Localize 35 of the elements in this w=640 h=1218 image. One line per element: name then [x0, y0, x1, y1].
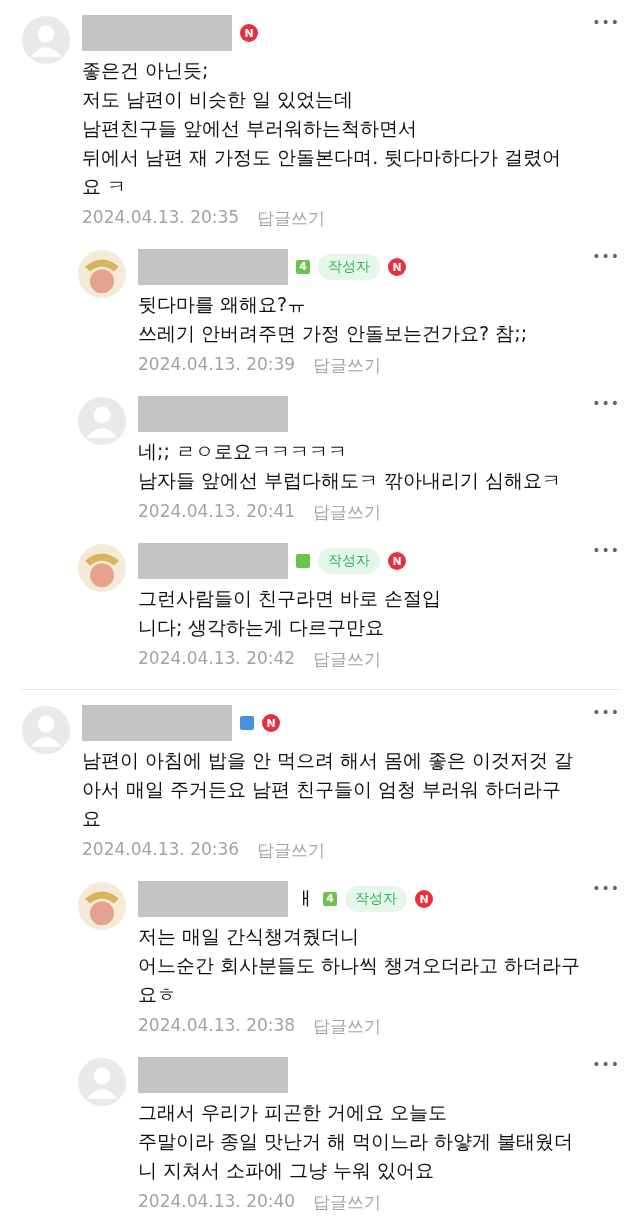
comment-date: 2024.04.13. 20:35 [82, 207, 240, 229]
comment-text: 그런사람들이 친구라면 바로 손절입 니다; 생각하는게 다르구만요 [138, 586, 443, 640]
author-badge: 작성자 [318, 254, 380, 280]
more-button[interactable]: ••• [592, 704, 620, 720]
level-badge: 4 [296, 260, 310, 274]
comment-text: 저는 매일 간식챙겨줬더니 어느순간 회사분들도 하나씩 챙겨오더라고 하더라구 요ㅎ [138, 924, 582, 1007]
author-badge: 작성자 [318, 548, 380, 574]
new-badge: N [388, 552, 406, 570]
name-fragment: ㅐ [296, 886, 315, 911]
avatar-icon [78, 250, 126, 298]
more-button[interactable]: ••• [592, 880, 620, 896]
comment-date: 2024.04.13. 20:36 [82, 839, 240, 861]
new-badge: N [415, 890, 433, 908]
more-button[interactable]: ••• [592, 542, 620, 558]
comment-date: 2024.04.13. 20:39 [138, 354, 296, 376]
new-badge: N [262, 714, 280, 732]
more-button[interactable]: ••• [592, 14, 620, 30]
comment-text: 그래서 우리가 피곤한 거에요 오늘도 주말이라 종일 맛난거 해 먹이느라 하얗게 불태웠더 니 지쳐서 소파에 그냥 누워 있어요 [138, 1100, 575, 1183]
avatar-icon [78, 544, 126, 592]
comment-date: 2024.04.13. 20:41 [138, 501, 296, 523]
author-badge: 작성자 [345, 886, 407, 912]
more-button[interactable]: ••• [592, 395, 620, 411]
comment-text: 남편이 아침에 밥을 안 먹으려 해서 몸에 좋은 이것저것 갈 아서 매일 주거든요 남편 친구들이 엄청 부러워 하더라구 요 [82, 748, 575, 831]
comment-date: 2024.04.13. 20:38 [138, 1015, 296, 1037]
comment-date: 2024.04.13. 20:40 [138, 1191, 296, 1213]
comment-text: 뒷다마를 왜해요?ㅠ 쓰레기 안버려주면 가정 안돌보는건가요? 참;; [138, 292, 529, 346]
more-button[interactable]: ••• [592, 1056, 620, 1072]
comment-date: 2024.04.13. 20:42 [138, 648, 296, 670]
avatar-icon [78, 882, 126, 930]
comment-text: 네;; ㄹㅇ로요ㅋㅋㅋㅋㅋ 남자들 앞에선 부럽다해도ㅋ 깎아내리기 심해요ㅋ [138, 439, 563, 493]
new-badge: N [240, 24, 258, 42]
level-badge: 4 [323, 892, 337, 906]
more-button[interactable]: ••• [592, 248, 620, 264]
comment-text: 좋은건 아닌듯; 저도 남편이 비슷한 일 있었는데 남편친구들 앞에선 부러워하는척하면서 뒤에서 남편 재 가정도 안돌본다며. 뒷다마하다가 걸렸어 요 ㅋ [82, 58, 563, 199]
new-badge: N [388, 258, 406, 276]
